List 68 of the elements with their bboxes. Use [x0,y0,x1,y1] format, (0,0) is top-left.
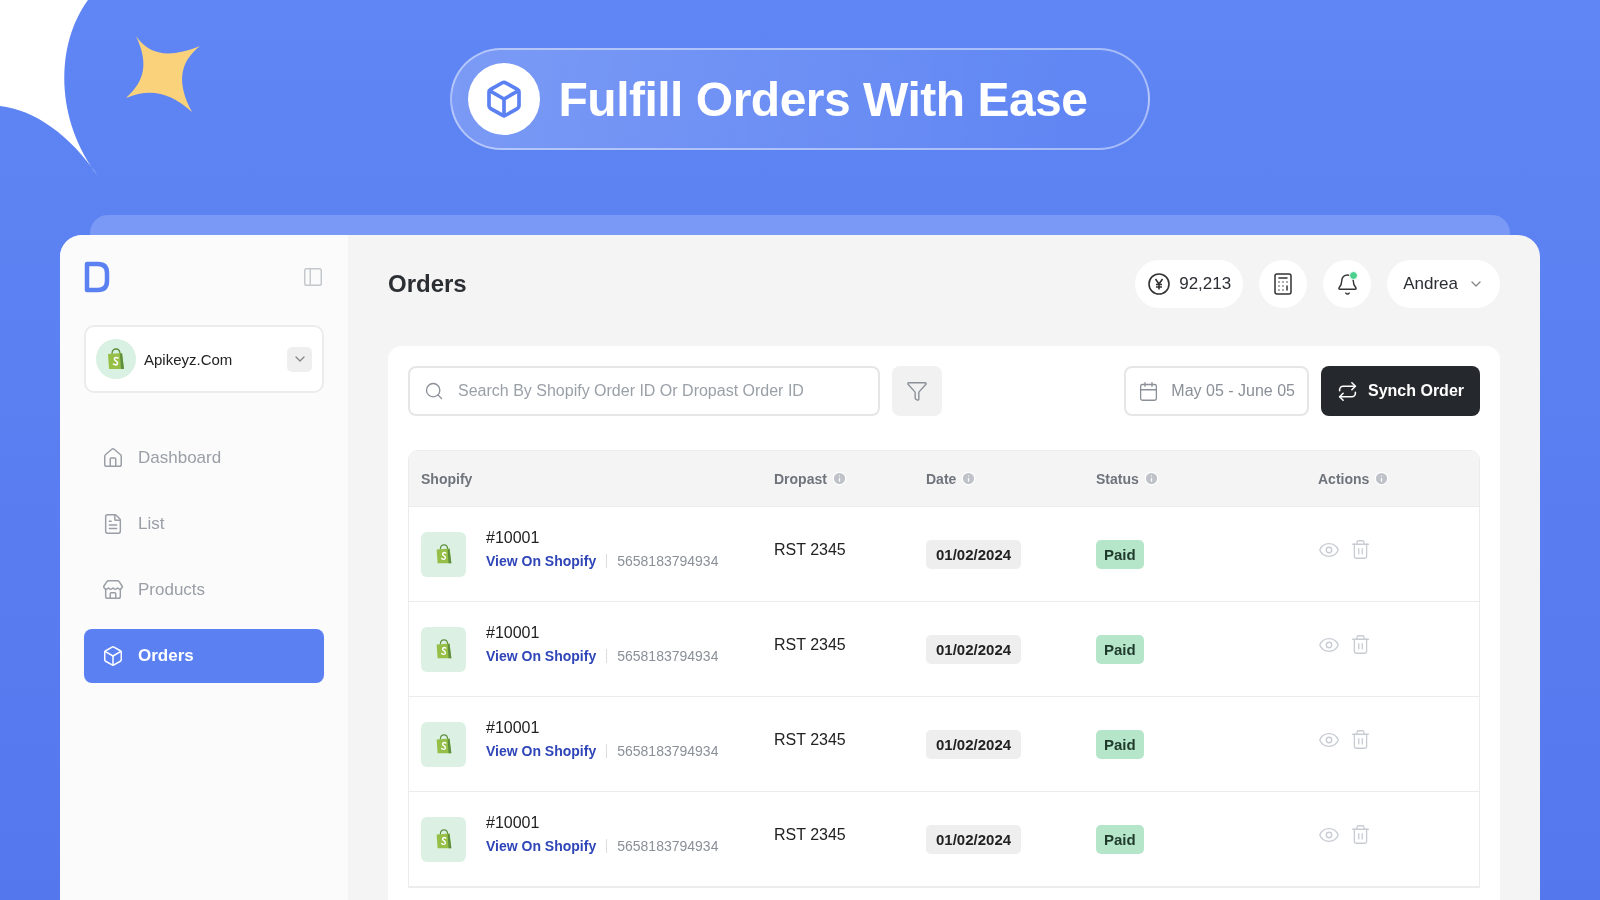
status-badge: Paid [1096,539,1144,569]
nav-label: Products [138,580,206,600]
view-on-shopify-link[interactable]: View On Shopify [486,838,597,854]
column-header: Actions [1318,470,1370,487]
info-icon [1374,471,1390,486]
yen-coin-icon [1147,272,1172,296]
delete-icon[interactable] [1350,824,1371,845]
banner-title: Fulfill Orders With Ease [558,71,1088,127]
box-icon [102,645,124,667]
delete-icon[interactable] [1350,729,1371,750]
sparkle-icon [126,36,200,112]
info-icon [1143,471,1159,486]
store-selector[interactable]: Apikeyz.Com [84,325,324,393]
view-on-shopify-link[interactable]: View On Shopify [486,743,597,759]
nav-label: List [138,514,165,534]
delete-icon[interactable] [1350,539,1371,560]
nav-label: Dashboard [138,448,222,468]
document-icon [102,513,124,535]
filter-button[interactable] [892,366,942,416]
order-number: #10001 [486,624,541,642]
sidebar-toggle-icon[interactable] [302,266,324,288]
column-header: Dropast [774,470,827,487]
page-title: Orders [388,270,468,298]
info-icon [961,471,977,486]
calculator-button[interactable] [1259,260,1308,308]
dropast-id: RST 2345 [773,731,847,749]
balance-value: 92,213 [1179,274,1232,294]
search-field[interactable]: Search By Shopify Order ID Or Dropast Order ID [408,366,880,416]
order-date: 01/02/2024 [926,824,1022,854]
order-number: #10001 [486,814,541,832]
order-date: 01/02/2024 [926,729,1022,759]
box-logo-icon [468,63,541,135]
order-number: #10001 [486,529,541,547]
user-menu-button[interactable]: Andrea [1387,260,1500,308]
nav-label: Orders [138,646,194,666]
calendar-icon [1138,380,1160,402]
info-icon [831,471,847,486]
status-badge: Paid [1096,824,1144,854]
order-number: #10001 [486,719,541,737]
column-header: Shopify [421,470,473,487]
shopify-order-id: 5658183794934 [617,648,719,664]
dropast-id: RST 2345 [773,636,847,654]
order-date: 01/02/2024 [926,634,1022,664]
view-on-shopify-link[interactable]: View On Shopify [486,553,597,569]
delete-icon[interactable] [1350,634,1371,655]
notifications-button[interactable] [1323,260,1372,308]
shopify-order-id: 5658183794934 [617,838,719,854]
dropast-id: RST 2345 [773,826,847,844]
app-logo-icon [84,261,110,293]
store-icon [102,579,124,601]
bell-icon [1335,272,1359,296]
column-header: Date [926,470,957,487]
status-badge: Paid [1096,634,1144,664]
order-date: 01/02/2024 [926,539,1022,569]
store-dropdown-button[interactable] [287,346,312,372]
sync-order-button[interactable]: Synch Order [1320,366,1480,416]
view-on-shopify-link[interactable]: View On Shopify [486,648,597,664]
shopify-order-id: 5658183794934 [617,743,719,759]
nav-item[interactable]: Orders [84,629,324,683]
store-name: Apikeyz.Com [144,350,234,368]
home-icon [102,447,124,469]
column-header: Status [1096,470,1139,487]
filter-icon [906,380,928,402]
dropast-id: RST 2345 [773,541,847,559]
status-badge: Paid [1096,729,1144,759]
shopify-order-id: 5658183794934 [617,553,719,569]
search-icon [424,381,444,401]
sync-icon [1336,380,1358,402]
